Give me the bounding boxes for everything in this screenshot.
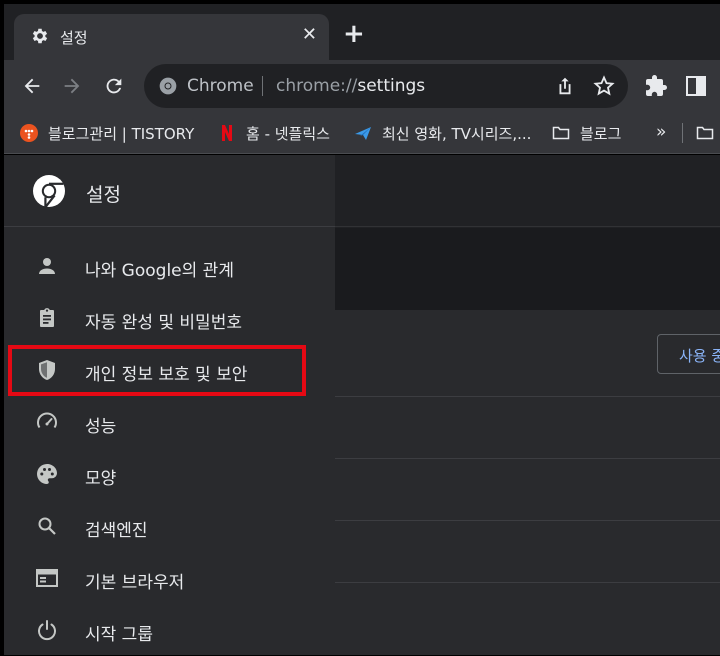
tab-strip: 설정 ✕ + [4,4,720,60]
side-panel-icon[interactable] [686,76,706,96]
settings-sidebar: 설정 나와 Google의 관계 자동 완성 및 비밀번호 개인 정보 보호 및… [4,155,335,655]
card-divider [335,582,720,583]
tab-settings[interactable]: 설정 ✕ [14,14,329,60]
speedometer-icon [37,412,57,429]
url-path: settings [357,76,426,96]
main-header [335,155,720,227]
plane-icon [355,127,371,140]
reload-button[interactable] [98,70,130,102]
sidebar-item-label: 성능 [85,417,117,437]
back-button[interactable] [16,70,48,102]
sidebar-item-google-account[interactable]: 나와 Google의 관계 [4,240,335,292]
sidebar-item-label: 자동 완성 및 비밀번호 [85,313,242,333]
main-section-band [335,228,720,310]
bookmark-folder-blog[interactable]: 블로그 [552,123,621,143]
settings-card: 사용 중 [335,310,720,655]
bookmark-label: 홈 - 넷플릭스 [246,124,330,143]
sidebar-item-appearance[interactable]: 모양 [4,448,335,500]
person-icon [39,258,55,274]
sidebar-item-label: 검색엔진 [85,521,148,541]
extensions-icon[interactable] [644,74,668,98]
sidebar-item-label: 기본 브라우저 [85,573,185,593]
bookmark-netflix[interactable]: 홈 - 넷플릭스 [218,123,330,143]
gear-icon [32,28,48,44]
sidebar-item-default-browser[interactable]: 기본 브라우저 [4,552,335,604]
chrome-logo-icon [33,175,65,208]
bookmark-label: 최신 영화, TV시리즈,... [382,124,532,143]
netflix-icon [222,125,232,141]
forward-arrow-icon [64,78,80,94]
share-icon[interactable] [554,74,576,98]
sidebar-item-label: 나와 Google의 관계 [85,261,234,281]
browser-icon [36,569,58,587]
site-label: Chrome [187,76,254,96]
card-divider [335,520,720,521]
bookmark-star-icon[interactable] [592,74,616,98]
settings-main: 사용 중 [335,155,720,655]
folder-icon[interactable] [694,124,716,142]
settings-title: 설정 [86,184,121,206]
bookmark-label: 블로그 [580,124,622,143]
sidebar-item-label: 모양 [85,469,117,489]
back-arrow-icon [24,78,40,94]
clipboard-icon [40,308,54,327]
new-tab-button[interactable]: + [343,21,365,47]
reload-icon [106,78,122,94]
search-icon [38,517,56,535]
sidebar-item-search-engine[interactable]: 검색엔진 [4,500,335,552]
bookmark-tistory[interactable]: 블로그관리 | TISTORY [20,123,194,143]
url-scheme: chrome:// [276,76,358,96]
highlight-box [8,345,306,396]
bookmark-movies[interactable]: 최신 영화, TV시리즈,... [354,123,531,143]
palette-icon [37,464,57,484]
sidebar-item-label: 시작 그룹 [85,625,153,645]
forward-button[interactable] [56,70,88,102]
tab-title: 설정 [60,29,88,47]
sidebar-item-performance[interactable]: 성능 [4,396,335,448]
sidebar-item-autofill[interactable]: 자동 완성 및 비밀번호 [4,292,335,344]
tistory-icon [20,124,38,142]
card-divider [335,458,720,459]
card-divider [335,396,720,397]
bookmarks-divider [682,123,683,143]
url-text: chrome://settings [276,76,425,96]
card-action-button[interactable]: 사용 중 [657,334,720,374]
toolbar: Chrome chrome://settings [4,60,720,112]
sidebar-header: 설정 [4,155,335,227]
sidebar-item-on-startup[interactable]: 시작 그룹 [4,604,335,656]
address-divider [262,76,263,96]
bookmark-label: 블로그관리 | TISTORY [48,124,195,143]
tab-close-button[interactable]: ✕ [302,24,317,46]
power-icon [38,620,56,641]
chrome-site-icon [159,77,177,95]
folder-icon [552,126,570,140]
bookmarks-bar: 블로그관리 | TISTORY 홈 - 넷플릭스 최신 영화, TV시리즈,..… [4,112,720,154]
bookmarks-overflow-button[interactable]: » [656,122,666,142]
address-bar[interactable]: Chrome chrome://settings [144,64,628,108]
browser-window: 설정 ✕ + Chrome chrome://settings 블로그관리 | … [0,0,720,655]
